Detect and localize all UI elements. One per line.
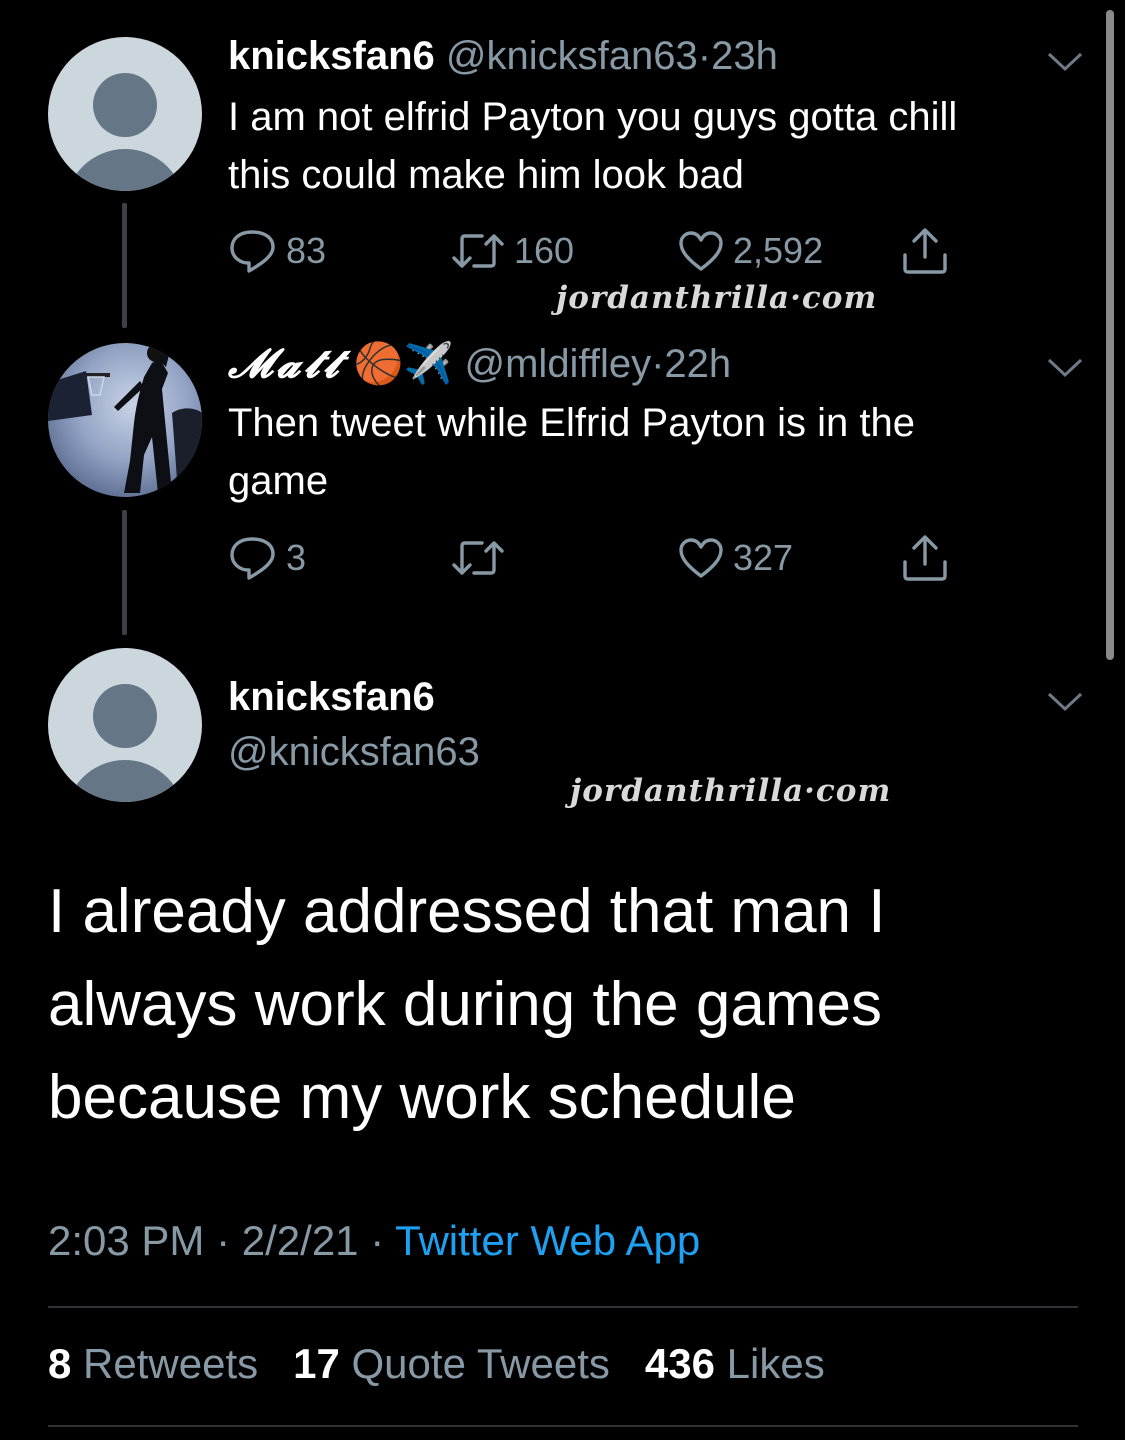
reply1-display-name[interactable]: knicksfan6	[228, 34, 435, 78]
main-text-line1: I already addressed that man I	[48, 877, 886, 946]
thread-line	[122, 203, 127, 328]
avatar-matt[interactable]	[48, 343, 202, 497]
reply2-handle[interactable]: @mldiffley	[465, 342, 652, 386]
watermark-text: jordanthrilla·com	[556, 280, 878, 316]
reply1-text: I am not elfrid Payton you guys gotta ch…	[228, 88, 1098, 204]
reply1-retweet-count: 160	[514, 230, 575, 271]
retweets-count: 8	[48, 1340, 72, 1387]
main-display-name[interactable]: knicksfan6	[228, 675, 435, 720]
tweet-date[interactable]: 2/2/21	[242, 1217, 359, 1264]
reply2-reply-button[interactable]: 3	[228, 533, 306, 583]
reply2-time[interactable]: 22h	[664, 342, 731, 386]
meta-sep: ·	[216, 1217, 231, 1264]
avatar-knicksfan6-reply[interactable]	[48, 37, 202, 191]
share-icon	[903, 228, 947, 274]
reply1-reply-button[interactable]: 83	[228, 226, 326, 276]
tweet-meta: 2:03 PM · 2/2/21 · Twitter Web App	[48, 1217, 700, 1265]
reply1-share-button[interactable]	[900, 226, 950, 276]
like-icon	[679, 538, 723, 578]
retweets-label: Retweets	[83, 1340, 259, 1387]
reply2-like-count: 327	[733, 537, 794, 578]
quote-tweets-stat[interactable]: 17 Quote Tweets	[293, 1340, 610, 1387]
chevron-down-icon[interactable]	[1045, 690, 1085, 714]
thread-line	[122, 510, 127, 635]
avatar-knicksfan6-main[interactable]	[48, 648, 202, 802]
retweet-icon	[452, 234, 504, 268]
reply2-header: 𝓜𝓪𝓽𝓽 🏀✈️ @mldiffley·22h	[228, 340, 731, 387]
reply-icon	[230, 537, 275, 580]
retweets-stat[interactable]: 8 Retweets	[48, 1340, 258, 1387]
share-icon	[903, 535, 947, 581]
reply1-text-line1: I am not elfrid Payton you guys gotta ch…	[228, 95, 958, 139]
reply1-header: knicksfan6 @knicksfan63·23h	[228, 34, 778, 79]
reply2-display-name[interactable]: 𝓜𝓪𝓽𝓽	[228, 340, 343, 387]
meta-sep: ·	[370, 1217, 385, 1264]
engagement-stats: 8 Retweets 17 Quote Tweets 436 Likes	[48, 1340, 825, 1388]
quote-tweets-count: 17	[293, 1340, 340, 1387]
basketball-player-photo	[48, 344, 202, 497]
reply1-dot: ·	[697, 34, 712, 78]
reply-icon	[230, 230, 275, 273]
reply1-text-line2: this could make him look bad	[228, 153, 744, 197]
watermark-text: jordanthrilla·com	[570, 773, 892, 809]
divider	[48, 1425, 1078, 1427]
chevron-down-icon[interactable]	[1045, 356, 1085, 380]
avatar-placeholder-head	[93, 684, 157, 748]
quote-tweets-label: Quote Tweets	[351, 1340, 610, 1387]
tweet-source-link[interactable]: Twitter Web App	[395, 1217, 700, 1264]
tweet-time[interactable]: 2:03 PM	[48, 1217, 204, 1264]
reply1-handle[interactable]: @knicksfan63	[446, 34, 698, 78]
reply2-text: Then tweet while Elfrid Payton is in the…	[228, 394, 1098, 510]
main-text-line3: because my work schedule	[48, 1063, 796, 1132]
reply2-reply-count: 3	[286, 537, 307, 578]
reply2-share-button[interactable]	[900, 533, 950, 583]
reply1-like-count: 2,592	[733, 230, 824, 271]
reply2-dot: ·	[651, 342, 665, 386]
retweet-icon	[452, 541, 504, 575]
reply2-retweet-button[interactable]	[450, 533, 506, 583]
reply1-retweet-button[interactable]: 160	[450, 226, 574, 276]
reply1-time[interactable]: 23h	[711, 34, 778, 78]
main-tweet-text: I already addressed that man I always wo…	[48, 865, 1048, 1144]
reply2-text-line2: game	[228, 459, 329, 503]
reply2-name-emoji: 🏀✈️	[353, 342, 454, 386]
divider	[48, 1306, 1078, 1308]
chevron-down-icon[interactable]	[1045, 50, 1085, 74]
reply1-like-button[interactable]: 2,592	[677, 226, 823, 276]
likes-label: Likes	[726, 1340, 825, 1387]
like-icon	[679, 231, 723, 271]
main-text-line2: always work during the games	[48, 970, 882, 1039]
likes-count: 436	[644, 1340, 715, 1387]
main-handle[interactable]: @knicksfan63	[228, 730, 480, 775]
avatar-placeholder-body	[65, 760, 185, 802]
reply1-reply-count: 83	[286, 230, 327, 271]
scrollbar[interactable]	[1106, 10, 1114, 660]
reply2-text-line1: Then tweet while Elfrid Payton is in the	[228, 401, 916, 445]
avatar-placeholder-body	[65, 149, 185, 191]
likes-stat[interactable]: 436 Likes	[645, 1340, 825, 1387]
avatar-placeholder-head	[93, 73, 157, 137]
reply2-like-button[interactable]: 327	[677, 533, 793, 583]
